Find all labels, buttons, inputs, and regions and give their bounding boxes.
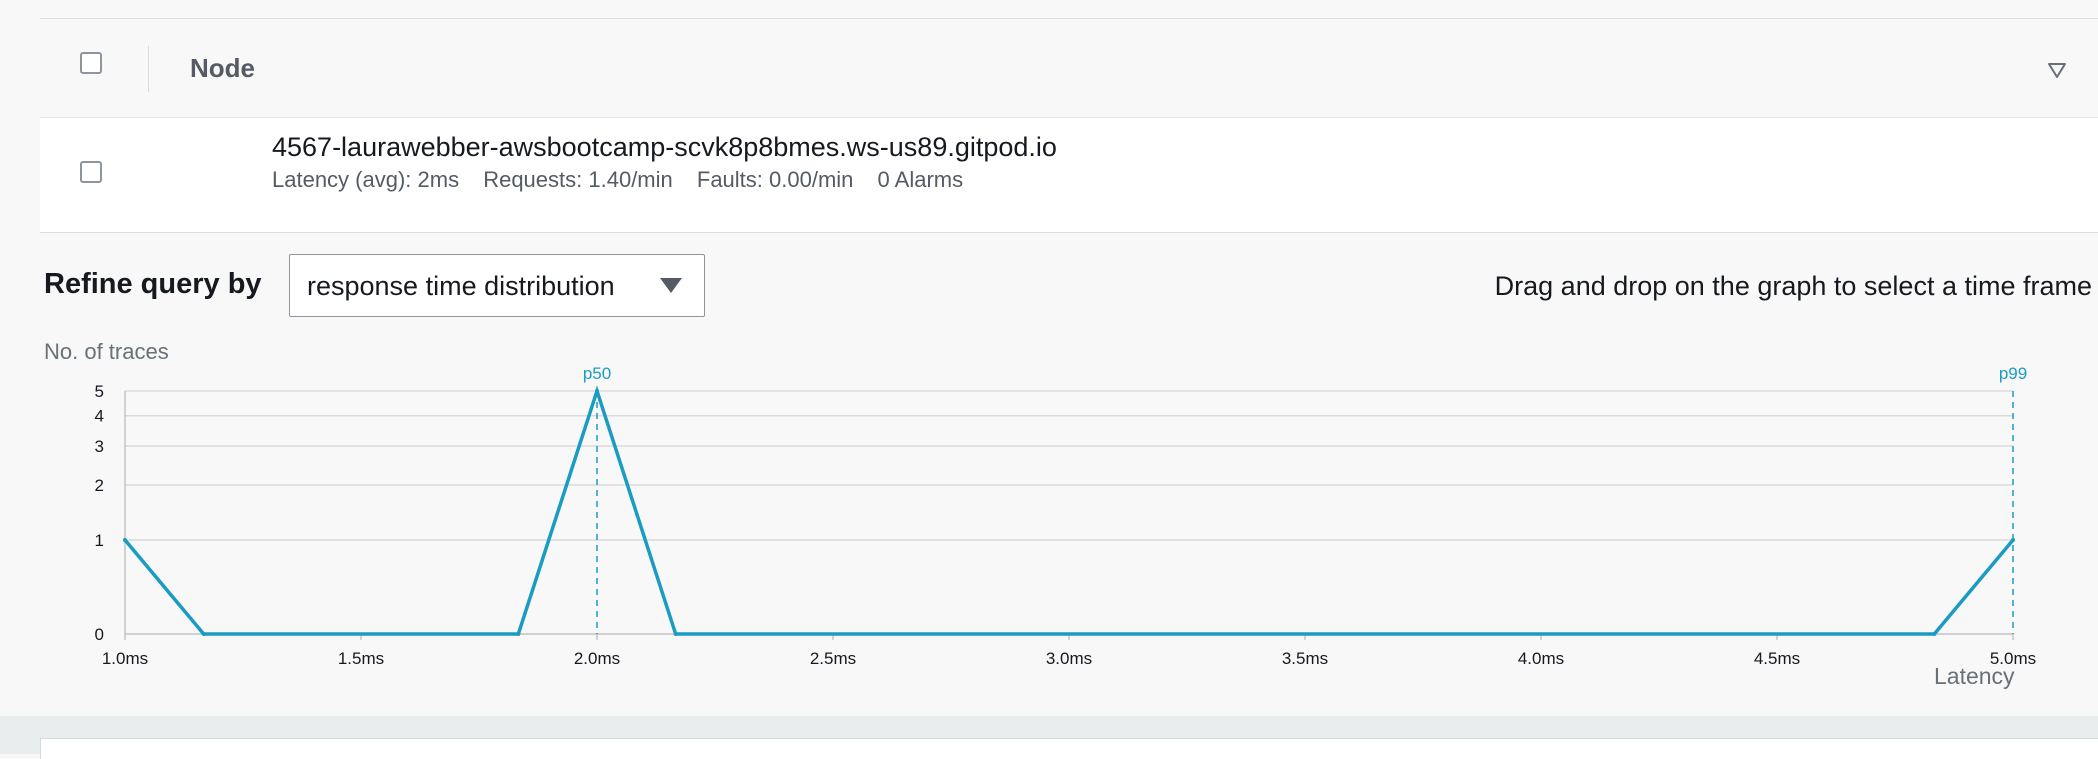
x-tick-label: 3.5ms xyxy=(1282,649,1328,668)
x-tick-label: 4.0ms xyxy=(1518,649,1564,668)
y-tick-label: 4 xyxy=(95,407,104,426)
data-point xyxy=(2011,537,2015,542)
x-tick-label: 4.5ms xyxy=(1754,649,1800,668)
trace-panel: Node 4567-laurawebber-awsbootcamp-scvk8p… xyxy=(0,0,2098,759)
y-tick-label: 1 xyxy=(95,531,104,550)
y-tick-label: 0 xyxy=(95,625,104,644)
x-tick-label: 1.0ms xyxy=(102,649,148,668)
y-tick-label: 5 xyxy=(95,382,104,401)
x-axis-title: Latency xyxy=(1934,663,2015,689)
data-point xyxy=(673,632,678,636)
data-point xyxy=(516,632,521,636)
percentile-marker-label: p50 xyxy=(583,364,611,383)
data-point xyxy=(123,537,127,542)
y-tick-label: 3 xyxy=(95,437,104,456)
next-panel xyxy=(40,738,2098,759)
x-tick-label: 2.0ms xyxy=(574,649,620,668)
data-point xyxy=(595,389,599,393)
latency-chart[interactable]: 0 1 2 3 4 5 1.0ms 1.5ms 2.0ms 2.5ms 3.0ms 3.5ms 4.0m… xyxy=(0,0,2098,720)
x-tick-label: 3.0ms xyxy=(1046,649,1092,668)
data-point xyxy=(201,632,206,636)
x-tick-label: 2.5ms xyxy=(810,649,856,668)
data-point xyxy=(1932,632,1937,636)
x-tick-label: 1.5ms xyxy=(338,649,384,668)
series-line xyxy=(123,385,2015,636)
y-tick-label: 2 xyxy=(95,476,104,495)
percentile-marker-label: p99 xyxy=(1999,364,2027,383)
